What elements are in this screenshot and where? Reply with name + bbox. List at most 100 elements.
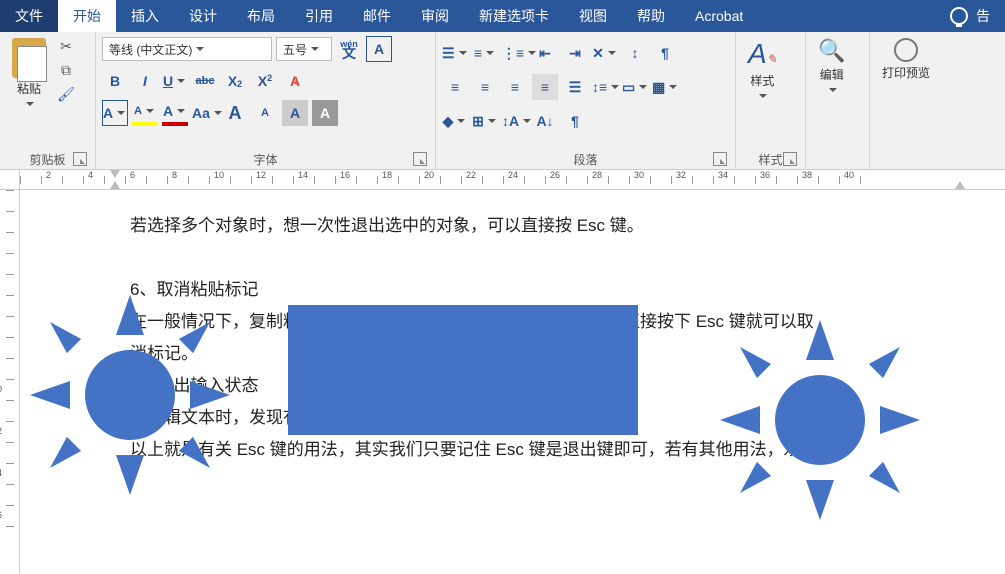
font-size-combo[interactable]: 五号 bbox=[276, 37, 332, 61]
change-case-button[interactable]: Aa bbox=[192, 100, 218, 126]
char-shading-button[interactable]: A bbox=[282, 100, 308, 126]
tab-insert[interactable]: 插入 bbox=[116, 0, 174, 32]
group-print: 打印预览 bbox=[870, 32, 956, 169]
enclose-char-button[interactable]: A bbox=[312, 100, 338, 126]
group-label-clipboard: 剪贴板 bbox=[6, 149, 89, 169]
paste-button[interactable]: 粘贴 bbox=[6, 36, 52, 111]
align-center-button[interactable]: ≡ bbox=[472, 74, 498, 100]
chevron-down-icon bbox=[26, 99, 36, 109]
shading-button[interactable]: ▭ bbox=[622, 74, 648, 100]
chevron-down-icon bbox=[117, 108, 127, 118]
highlight-button[interactable]: A bbox=[132, 100, 158, 126]
sun-shape-right[interactable] bbox=[720, 320, 920, 520]
chevron-down-icon bbox=[829, 85, 839, 95]
group-paragraph: ☰ ≡ ⋮≡ ⇤ ⇥ ✕ ↕ ¶ ≡ ≡ ≡ ≡ ☰ ↕≡ ▭ ▦ ◆ bbox=[436, 32, 736, 169]
tab-newtab[interactable]: 新建选项卡 bbox=[464, 0, 564, 32]
body-text-line: 6、取消粘贴标记 bbox=[130, 274, 1005, 306]
borders-button[interactable]: ▦ bbox=[652, 74, 678, 100]
tab-design[interactable]: 设计 bbox=[174, 0, 232, 32]
sun-shape-left[interactable] bbox=[30, 295, 230, 495]
tab-home[interactable]: 开始 bbox=[58, 0, 116, 32]
editing-label: 编辑 bbox=[820, 66, 844, 83]
tab-layout[interactable]: 布局 bbox=[232, 0, 290, 32]
grid-button[interactable]: ⊞ bbox=[472, 108, 498, 134]
strikethrough-button[interactable]: abc bbox=[192, 68, 218, 94]
distribute-button[interactable]: ☰ bbox=[562, 74, 588, 100]
menu-tabs: 文件 开始 插入 设计 布局 引用 邮件 审阅 新建选项卡 视图 帮助 Acro… bbox=[0, 0, 1005, 32]
dialog-launcher-icon[interactable] bbox=[73, 152, 87, 166]
sort-button[interactable]: ↕ bbox=[622, 40, 648, 66]
styles-label: 样式 bbox=[750, 72, 774, 89]
group-label-print bbox=[876, 149, 950, 169]
dialog-launcher-icon[interactable] bbox=[713, 152, 727, 166]
ribbon: 粘贴 ✂ ⧉ 🖌 剪贴板 等线 (中文正文) 五号 bbox=[0, 32, 1005, 170]
tab-acrobat[interactable]: Acrobat bbox=[680, 0, 758, 32]
clear-formatting-button[interactable]: A⧹ bbox=[282, 68, 308, 94]
group-label-styles: 样式 bbox=[742, 149, 799, 169]
tab-review[interactable]: 审阅 bbox=[406, 0, 464, 32]
horizontal-ruler[interactable]: 246810121416182022242628303234363840 bbox=[20, 170, 1005, 190]
copy-button[interactable]: ⧉ bbox=[54, 60, 78, 80]
tab-help[interactable]: 帮助 bbox=[622, 0, 680, 32]
sort-az-button[interactable]: A↓ bbox=[532, 108, 558, 134]
styles-button[interactable]: A✎ 样式 bbox=[742, 36, 783, 103]
bold-button[interactable]: B bbox=[102, 68, 128, 94]
right-indent-marker[interactable] bbox=[955, 181, 965, 189]
tab-references[interactable]: 引用 bbox=[290, 0, 348, 32]
chevron-down-icon bbox=[177, 76, 187, 86]
superscript-button[interactable]: X2 bbox=[252, 68, 278, 94]
print-preview-button[interactable]: 打印预览 bbox=[876, 36, 936, 83]
group-editing: 🔍 编辑 bbox=[806, 32, 870, 169]
tab-file[interactable]: 文件 bbox=[0, 0, 58, 32]
find-button[interactable]: 🔍 编辑 bbox=[812, 36, 851, 97]
bullets-button[interactable]: ☰ bbox=[442, 40, 468, 66]
print-label: 打印预览 bbox=[882, 64, 930, 81]
char-border-button[interactable]: A bbox=[366, 36, 392, 62]
dialog-launcher-icon[interactable] bbox=[783, 152, 797, 166]
justify-button[interactable]: ≡ bbox=[532, 74, 558, 100]
asian-layout-button[interactable]: ✕ bbox=[592, 40, 618, 66]
multilevel-button[interactable]: ⋮≡ bbox=[502, 40, 528, 66]
align-left-button[interactable]: ≡ bbox=[442, 74, 468, 100]
phonetic-guide-button[interactable]: wén 文 bbox=[336, 36, 362, 62]
underline-button[interactable]: U bbox=[162, 68, 188, 94]
dialog-launcher-icon[interactable] bbox=[413, 152, 427, 166]
blank-line bbox=[130, 242, 1005, 274]
group-label-font: 字体 bbox=[102, 149, 429, 169]
text-effects-button[interactable]: A bbox=[102, 100, 128, 126]
toggle-marks-button[interactable]: ¶ bbox=[562, 108, 588, 134]
tell-me-label[interactable]: 告 bbox=[976, 0, 1005, 32]
group-clipboard: 粘贴 ✂ ⧉ 🖌 剪贴板 bbox=[0, 32, 96, 169]
ruler-corner bbox=[0, 170, 20, 190]
group-label-editing bbox=[812, 149, 863, 169]
line-spacing-button[interactable]: ↕≡ bbox=[592, 74, 618, 100]
numbering-button[interactable]: ≡ bbox=[472, 40, 498, 66]
rectangle-shape[interactable] bbox=[288, 305, 638, 435]
subscript-button[interactable]: X2 bbox=[222, 68, 248, 94]
paste-icon bbox=[12, 38, 46, 78]
tab-view[interactable]: 视图 bbox=[564, 0, 622, 32]
chevron-down-icon bbox=[759, 91, 769, 101]
text-direction-button[interactable]: ↕A bbox=[502, 108, 528, 134]
font-family-combo[interactable]: 等线 (中文正文) bbox=[102, 37, 272, 61]
fill-color-button[interactable]: ◆ bbox=[442, 108, 468, 134]
tell-me-icon[interactable] bbox=[950, 7, 968, 25]
font-family-value: 等线 (中文正文) bbox=[109, 41, 192, 58]
group-label-paragraph: 段落 bbox=[442, 149, 729, 169]
group-font: 等线 (中文正文) 五号 wén 文 A B I U abc X2 X2 A⧹ bbox=[96, 32, 436, 169]
group-styles: A✎ 样式 样式 bbox=[736, 32, 806, 169]
show-marks-button[interactable]: ¶ bbox=[652, 40, 678, 66]
tab-mailings[interactable]: 邮件 bbox=[348, 0, 406, 32]
align-right-button[interactable]: ≡ bbox=[502, 74, 528, 100]
format-painter-button[interactable]: 🖌 bbox=[54, 84, 78, 104]
italic-button[interactable]: I bbox=[132, 68, 158, 94]
document-area: 246810121416 若选择多个对象时，想一次性退出选中的对象，可以直接按 … bbox=[0, 190, 1005, 574]
chevron-down-icon bbox=[196, 44, 206, 54]
font-color-button[interactable]: A bbox=[162, 100, 188, 126]
shrink-font-button[interactable]: A bbox=[252, 100, 278, 126]
grow-font-button[interactable]: A bbox=[222, 100, 248, 126]
vertical-ruler[interactable]: 246810121416 bbox=[0, 190, 20, 574]
cut-button[interactable]: ✂ bbox=[54, 36, 78, 56]
indent-inc-button[interactable]: ⇥ bbox=[562, 40, 588, 66]
document-page[interactable]: 若选择多个对象时，想一次性退出选中的对象，可以直接按 Esc 键。 6、取消粘贴… bbox=[20, 190, 1005, 574]
